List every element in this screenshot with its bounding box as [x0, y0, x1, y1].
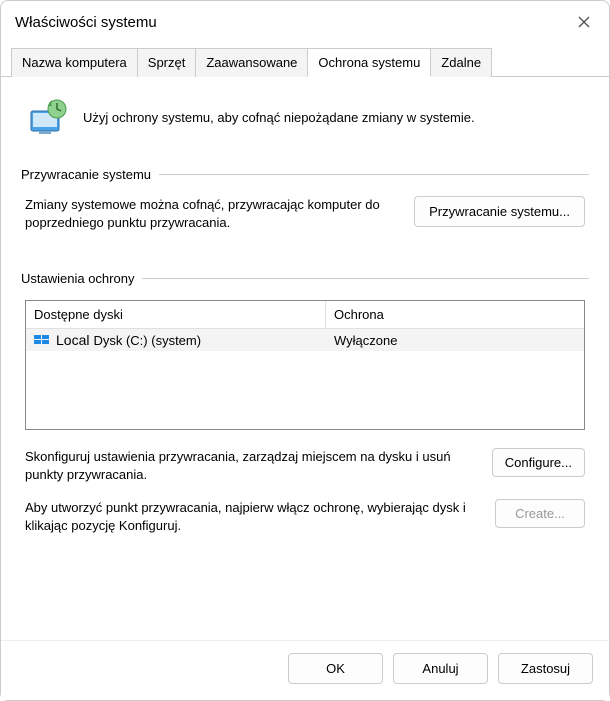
- drive-name: Dysk (C:) (system): [93, 333, 201, 348]
- divider: [142, 278, 589, 279]
- drive-local-label: Local: [56, 332, 89, 348]
- configure-row: Skonfiguruj ustawienia przywracania, zar…: [21, 448, 589, 483]
- restore-description: Zmiany systemowe można cofnąć, przywraca…: [25, 196, 400, 231]
- group-protection-label: Ustawienia ochrony: [21, 271, 589, 286]
- drive-status: Wyłączone: [326, 330, 584, 351]
- tab-remote[interactable]: Zdalne: [430, 48, 492, 77]
- create-row: Aby utworzyć punkt przywracania, najpier…: [21, 499, 589, 534]
- cancel-button[interactable]: Anuluj: [393, 653, 488, 684]
- divider: [159, 174, 589, 175]
- col-protection: Ochrona: [326, 301, 584, 329]
- intro-row: Użyj ochrony systemu, aby cofnąć niepożą…: [21, 95, 589, 139]
- system-protection-icon: [25, 95, 69, 139]
- create-button: Create...: [495, 499, 585, 528]
- ok-button[interactable]: OK: [288, 653, 383, 684]
- windows-drive-icon: [34, 333, 52, 347]
- intro-text: Użyj ochrony systemu, aby cofnąć niepożą…: [83, 110, 475, 125]
- window-title: Właściwości systemu: [15, 14, 157, 31]
- apply-button[interactable]: Zastosuj: [498, 653, 593, 684]
- create-description: Aby utworzyć punkt przywracania, najpier…: [25, 499, 483, 534]
- tab-computer-name[interactable]: Nazwa komputera: [11, 48, 138, 77]
- group-protection-text: Ustawienia ochrony: [21, 271, 134, 286]
- titlebar: Właściwości systemu: [1, 1, 609, 39]
- close-icon: [577, 15, 591, 29]
- drives-list[interactable]: Dostępne dyski Ochrona Local Dysk (C:) (…: [25, 300, 585, 430]
- group-restore-text: Przywracanie systemu: [21, 167, 151, 182]
- group-restore-label: Przywracanie systemu: [21, 167, 589, 182]
- drives-header: Dostępne dyski Ochrona: [26, 301, 584, 329]
- restore-row: Zmiany systemowe można cofnąć, przywraca…: [21, 196, 589, 231]
- tab-hardware[interactable]: Sprzęt: [137, 48, 197, 77]
- drive-name-cell: Local Dysk (C:) (system): [26, 329, 326, 351]
- configure-button[interactable]: Configure...: [492, 448, 585, 477]
- dialog-footer: OK Anuluj Zastosuj: [1, 640, 609, 700]
- close-button[interactable]: [573, 11, 595, 33]
- tab-protection[interactable]: Ochrona systemu: [307, 48, 431, 77]
- col-drives: Dostępne dyski: [26, 301, 326, 329]
- tab-content: Użyj ochrony systemu, aby cofnąć niepożą…: [1, 77, 609, 564]
- drive-row[interactable]: Local Dysk (C:) (system) Wyłączone: [26, 329, 584, 351]
- tab-strip: Nazwa komputera Sprzęt Zaawansowane Ochr…: [1, 47, 609, 77]
- system-restore-button[interactable]: Przywracanie systemu...: [414, 196, 585, 227]
- configure-description: Skonfiguruj ustawienia przywracania, zar…: [25, 448, 480, 483]
- tab-advanced[interactable]: Zaawansowane: [195, 48, 308, 77]
